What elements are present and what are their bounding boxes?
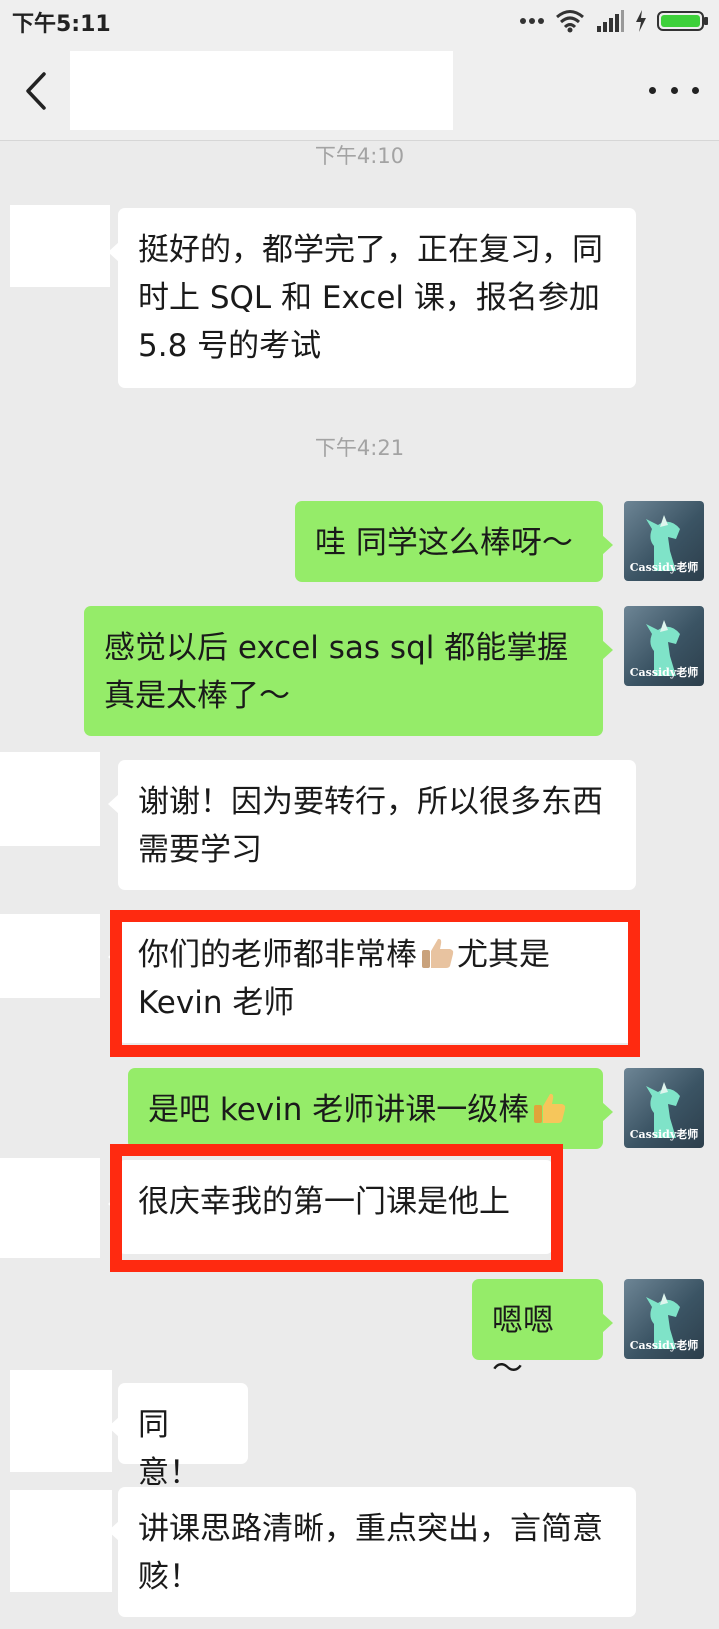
more-notifications-icon	[520, 18, 544, 24]
message-text: 讲课思路清晰，重点突出，言简意赅！	[138, 1511, 603, 1595]
avatar-label: Cassidy老师	[629, 561, 699, 574]
message-bubble-me[interactable]: 是吧 kevin 老师讲课一级棒	[128, 1068, 613, 1149]
timestamp: 下午4:21	[314, 436, 405, 460]
message-text: 哇 同学这么棒呀～	[315, 525, 573, 561]
signal-icon	[597, 10, 624, 32]
wifi-icon	[556, 10, 584, 33]
thumbs-up-icon	[534, 1093, 566, 1123]
highlight-box	[110, 1144, 563, 1272]
message-text: 感觉以后 excel sas sql 都能掌握真是太棒了～	[104, 630, 569, 714]
avatar-label: Cassidy老师	[629, 1339, 699, 1352]
status-bar: 下午5:11	[0, 0, 719, 44]
chat-header	[0, 44, 719, 141]
message-text: 是吧 kevin 老师讲课一级棒	[148, 1092, 530, 1128]
status-time: 下午5:11	[12, 12, 111, 37]
avatar-other[interactable]	[10, 1370, 112, 1472]
message-bubble-me[interactable]: 哇 同学这么棒呀～	[295, 501, 613, 582]
avatar-other[interactable]	[0, 1158, 100, 1258]
message-bubble-other[interactable]: 挺好的，都学完了，正在复习，同时上 SQL 和 Excel 课，报名参加 5.8…	[108, 208, 636, 388]
avatar-me[interactable]: Cassidy老师	[624, 1279, 704, 1359]
more-icon[interactable]	[649, 70, 699, 110]
message-bubble-other[interactable]: 同意！	[108, 1383, 248, 1491]
timestamp: 下午4:10	[314, 144, 405, 168]
avatar-me[interactable]: Cassidy老师	[624, 606, 704, 686]
message-bubble-other[interactable]: 谢谢！因为要转行，所以很多东西需要学习	[108, 760, 636, 890]
message-bubble-me[interactable]: 嗯嗯～	[472, 1279, 613, 1387]
back-arrow-icon	[26, 72, 46, 110]
charging-icon	[636, 10, 646, 32]
avatar-me[interactable]: Cassidy老师	[624, 501, 704, 581]
avatar-other[interactable]	[0, 752, 100, 846]
avatar-label: Cassidy老师	[629, 666, 699, 679]
message-bubble-other[interactable]: 讲课思路清晰，重点突出，言简意赅！	[108, 1487, 636, 1617]
message-text: 谢谢！因为要转行，所以很多东西需要学习	[138, 784, 603, 868]
avatar-label: Cassidy老师	[629, 1128, 699, 1141]
avatar-other[interactable]	[10, 205, 110, 287]
message-text: 同意！	[138, 1407, 200, 1491]
chat-title	[70, 51, 453, 130]
highlight-box	[110, 910, 640, 1057]
avatar-other[interactable]	[0, 914, 100, 998]
avatar-me[interactable]: Cassidy老师	[624, 1068, 704, 1148]
status-icons	[519, 6, 709, 36]
message-text: 嗯嗯～	[492, 1303, 554, 1387]
avatar-other[interactable]	[10, 1490, 112, 1592]
message-bubble-me[interactable]: 感觉以后 excel sas sql 都能掌握真是太棒了～	[84, 606, 613, 736]
back-button[interactable]	[20, 66, 60, 116]
message-text: 挺好的，都学完了，正在复习，同时上 SQL 和 Excel 课，报名参加 5.8…	[138, 232, 603, 364]
battery-icon	[657, 11, 708, 31]
